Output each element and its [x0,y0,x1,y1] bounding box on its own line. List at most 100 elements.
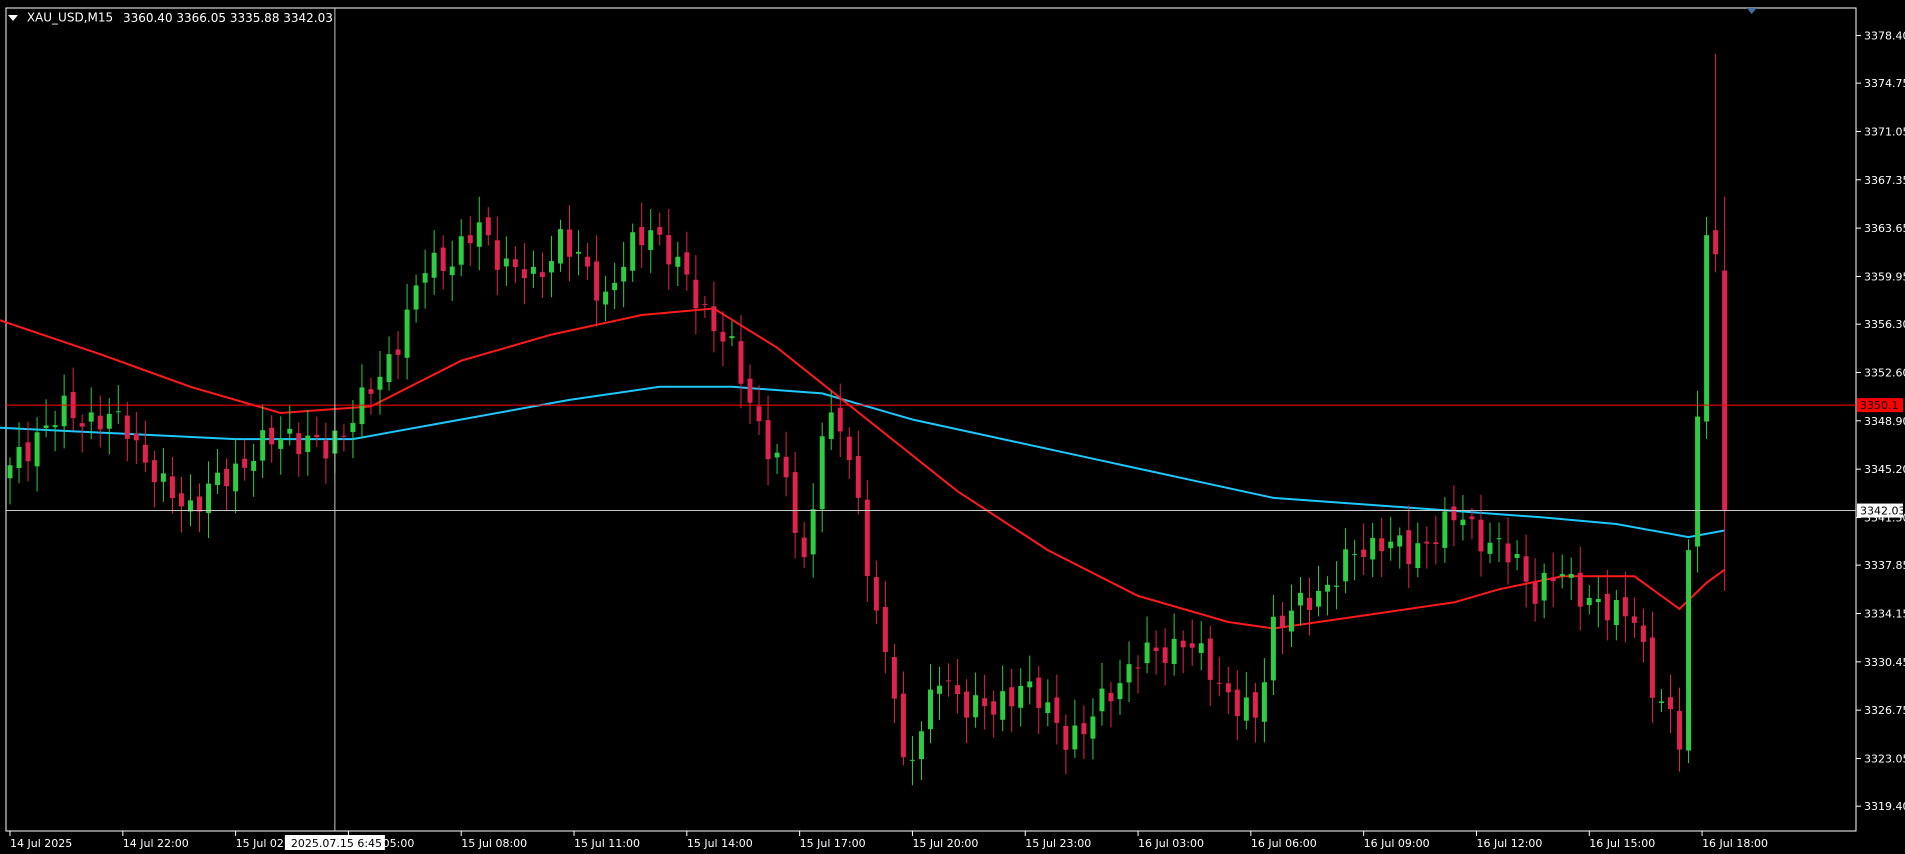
candle-body [1577,572,1583,607]
candle-body [1090,716,1096,739]
candle-body [61,395,67,427]
candle-body [242,458,248,468]
candle-body [603,291,609,305]
candle-body [1270,616,1276,681]
candle-body [1695,416,1701,547]
candle-body [1153,647,1159,652]
x-tick-label: 16 Jul 03:00 [1138,837,1204,850]
candle-body [1325,584,1331,592]
candle-body [341,435,347,437]
candle-body [133,433,139,441]
candle-body [413,285,419,310]
candle-body [873,576,879,611]
candle-body [476,222,482,247]
candle-body [891,657,897,699]
candle-body [1180,640,1186,648]
candle-body [539,272,545,277]
candle-body [837,407,843,432]
candle-body [1144,642,1150,664]
candle-body [88,412,94,422]
x-tick-label: 15 Jul 08:00 [461,837,527,850]
y-tick-label: 3363.65 [1864,222,1905,235]
candle-body [1658,701,1664,703]
candle-body [395,349,401,355]
candle-body [1649,637,1655,698]
candle-body [765,420,771,460]
chart-title: XAU_USD,M15 3360.40 3366.05 3335.88 3342… [8,10,333,25]
candle-body [1424,541,1430,544]
symbol-label: XAU_USD,M15 [26,10,114,25]
candle-body [1108,692,1114,702]
y-tick-label: 3334.15 [1864,607,1905,620]
candle-body [1189,643,1195,648]
price-chart[interactable]: 3378.40 3374.75 3371.05 3367.35 3363.65 3359.… [0,0,1905,850]
candle-body [1568,573,1574,578]
candle-body [1478,519,1484,552]
candle-body [918,731,924,760]
y-tick-label: 3319.40 [1864,800,1905,813]
candle-body [296,433,302,455]
candle-body [702,303,708,305]
chart-window[interactable]: 3378.40 3374.75 3371.05 3367.35 3363.65 3359.… [0,0,1905,850]
candle-body [973,695,979,718]
candle-body [657,227,663,235]
y-tick-label: 3330.45 [1864,656,1905,669]
candle-body [467,235,473,244]
candle-body [1117,683,1123,700]
candle-body [7,465,13,479]
candle-body [693,279,699,309]
candle-body [1216,682,1222,684]
candle-body [1559,574,1565,577]
candle-body [648,230,654,250]
candle-body [855,455,861,498]
candle-body [567,229,572,257]
candle-body [1469,516,1475,520]
y-tick-label: 3367.35 [1864,174,1905,187]
x-tick-label: 16 Jul 15:00 [1589,837,1655,850]
candle-body [368,389,374,394]
candle-body [1334,585,1340,587]
candle-body [1343,549,1349,582]
x-tick-label: 15 Jul 14:00 [687,837,753,850]
candle-body [801,537,807,558]
candle-body [350,423,356,433]
candle-body [1063,725,1069,750]
candle-body [1279,615,1285,628]
y-tick-label: 3323.05 [1864,752,1905,765]
candle-body [1126,664,1132,683]
candle-body [1595,598,1601,603]
y-tick-label: 3337.85 [1864,559,1905,572]
chart-shift-marker-icon[interactable] [1746,8,1757,14]
candle-body [1397,535,1403,547]
candle-body [1081,723,1087,735]
x-tick-label: 14 Jul 22:00 [123,837,189,850]
candle-body [1027,681,1033,688]
collapse-arrow-icon[interactable] [8,14,18,21]
candle-body [1550,577,1556,582]
candle-body [576,251,582,254]
candle-body [1379,538,1385,552]
candle-body [1487,542,1493,554]
candle-body [1388,541,1394,549]
x-tick-label: 15 Jul 11:00 [574,837,640,850]
crosshair-price-tag: 3342.03 [1860,505,1905,518]
candle-body [548,261,554,273]
y-tick-label: 3345.20 [1864,463,1905,476]
x-tick-label: 16 Jul 09:00 [1364,837,1430,850]
candle-body [1505,543,1511,563]
candle-body [1252,692,1258,718]
candle-body [729,336,735,339]
candle-body [503,258,509,267]
slow-moving-average-line [0,385,1725,539]
candle-body [928,689,933,730]
candle-body [485,217,491,236]
x-tick-label: 16 Jul 06:00 [1251,837,1317,850]
x-tick-label: 14 Jul 2025 [10,837,72,850]
candle-body [955,685,961,695]
candle-body [558,229,563,264]
candle-body [1677,711,1682,750]
candle-body [684,252,690,275]
candle-body [982,698,988,707]
candle-body [197,496,202,512]
candle-body [1135,667,1141,669]
